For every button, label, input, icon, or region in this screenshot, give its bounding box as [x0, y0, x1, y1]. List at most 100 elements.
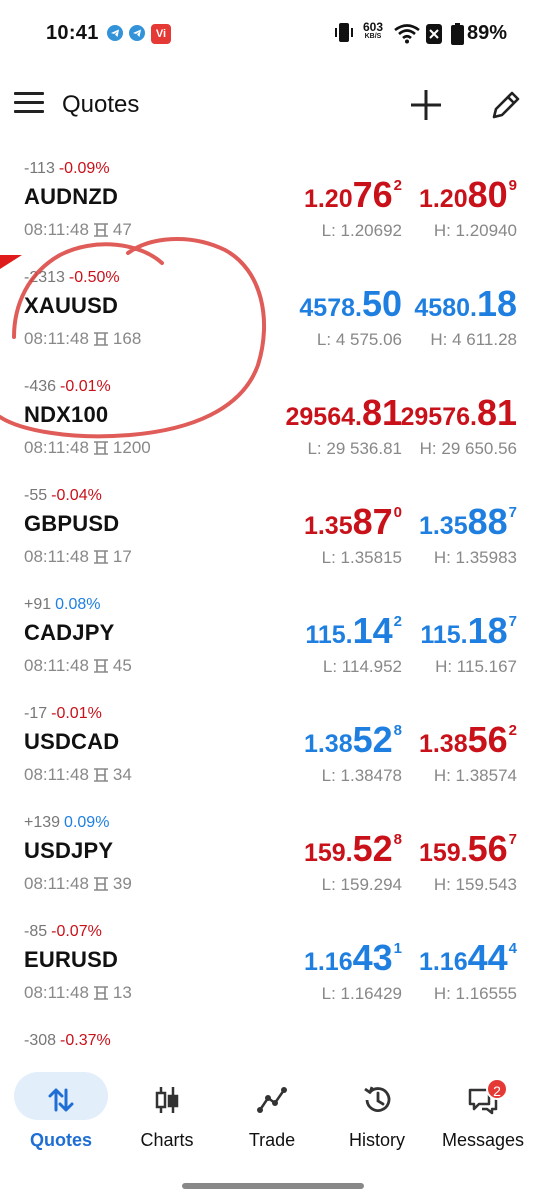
quotes-arrows-icon — [48, 1088, 74, 1112]
quote-time: 08:11:48 — [24, 220, 89, 239]
nav-history-label: History — [348, 1130, 405, 1150]
ask-price[interactable]: 1.20809 — [419, 174, 517, 216]
quote-change: -55 -0.04% — [24, 487, 102, 505]
change-percent: -0.50% — [68, 269, 120, 286]
bottom-navigation: Quotes Charts Trade History 2 Messages — [0, 1062, 545, 1162]
quote-meta: 08:11:48 34 — [24, 765, 132, 785]
ask-price[interactable]: 4580.18 — [414, 283, 517, 325]
app-bar: Quotes — [0, 70, 545, 140]
price-big-digits: 88 — [467, 501, 508, 542]
price-prefix: 1.35 — [418, 512, 468, 540]
quote-change: +91 0.08% — [24, 596, 101, 614]
change-points: +139 — [24, 814, 61, 831]
daily-high: H: 1.16555 — [433, 984, 517, 1003]
battery-percent: 89% — [467, 22, 508, 44]
quote-meta: 08:11:48 17 — [24, 547, 132, 567]
bid-price[interactable]: 115.142 — [305, 610, 402, 652]
price-pip-digit: 8 — [393, 831, 402, 848]
symbol-name: NDX100 — [24, 402, 109, 427]
price-big-digits: 18 — [467, 610, 508, 651]
bid-price[interactable]: 1.16431 — [304, 937, 402, 979]
quote-row[interactable]: -308 -0.37% — [0, 1022, 545, 1045]
daily-low: L: 114.952 — [322, 657, 402, 676]
quote-meta: 08:11:48 45 — [24, 656, 132, 676]
nav-trade[interactable]: Trade — [222, 1072, 322, 1156]
daily-high: H: 1.38574 — [433, 766, 517, 785]
nav-history[interactable]: History — [327, 1072, 427, 1156]
quote-row[interactable]: +91 0.08% CADJPY 08:11:48 45 115.142 115.187 L:… — [0, 586, 545, 695]
daily-low: L: 29 536.81 — [307, 439, 402, 458]
ask-price[interactable]: 1.38562 — [419, 719, 517, 761]
quote-row[interactable]: -113 -0.09% AUDNZD 08:11:48 47 1.20762 1.20809… — [0, 150, 545, 259]
change-points: +91 — [24, 596, 52, 613]
spread-icon — [93, 223, 108, 237]
ask-price[interactable]: 1.16444 — [419, 937, 517, 979]
change-percent: -0.01% — [60, 378, 111, 395]
spread-icon — [93, 659, 108, 673]
ask-price[interactable]: 159.567 — [419, 828, 517, 870]
ask-price[interactable]: 115.187 — [420, 610, 517, 652]
nav-messages[interactable]: 2 Messages — [433, 1072, 533, 1156]
price-big-digits: 14 — [352, 610, 393, 651]
bid-price[interactable]: 1.35870 — [304, 501, 402, 543]
home-indicator[interactable] — [182, 1183, 364, 1189]
price-pip-digit: 2 — [508, 722, 517, 739]
telegram-icon — [129, 25, 145, 41]
add-symbol-icon[interactable] — [408, 87, 444, 123]
quote-row[interactable]: -85 -0.07% EURUSD 08:11:48 13 1.16431 1.16444 L… — [0, 913, 545, 1022]
nav-quotes-label: Quotes — [29, 1130, 92, 1150]
bid-price[interactable]: 4578.50 — [299, 283, 402, 325]
daily-low: L: 1.38478 — [321, 766, 402, 785]
quote-meta: 08:11:48 47 — [24, 220, 132, 240]
ask-price[interactable]: 1.35887 — [419, 501, 517, 543]
price-prefix: 1.35 — [303, 512, 353, 540]
quote-row[interactable]: -2313 -0.50% XAUUSD 08:11:48 168 4578.50 4580.… — [0, 259, 545, 368]
change-points: -17 — [24, 705, 48, 722]
quote-row[interactable]: -17 -0.01% USDCAD 08:11:48 34 1.38528 1.38562 L… — [0, 695, 545, 804]
nav-messages-label: Messages — [441, 1130, 525, 1150]
quote-time: 08:11:48 — [24, 329, 89, 348]
nav-trade-label: Trade — [248, 1130, 296, 1150]
price-big-digits: 80 — [467, 174, 508, 215]
change-percent: -0.01% — [51, 705, 102, 722]
spread-icon — [93, 332, 108, 346]
price-big-digits: 52 — [352, 719, 393, 760]
price-big-digits: 81 — [476, 392, 517, 433]
price-pip-digit: 7 — [508, 504, 517, 521]
quote-row[interactable]: -55 -0.04% GBPUSD 08:11:48 17 1.35870 1.35887 L… — [0, 477, 545, 586]
daily-high: H: 1.20940 — [433, 221, 517, 240]
network-speed: 603 KB/S — [358, 21, 388, 42]
daily-low: L: 1.20692 — [321, 221, 402, 240]
price-big-digits: 56 — [467, 828, 508, 869]
quote-time: 08:11:48 — [24, 874, 89, 893]
nav-charts[interactable]: Charts — [117, 1072, 217, 1156]
price-big-digits: 76 — [352, 174, 393, 215]
quote-change: -2313 -0.50% — [24, 269, 120, 287]
quote-change: +139 0.09% — [24, 814, 109, 832]
quotes-list[interactable]: -113 -0.09% AUDNZD 08:11:48 47 1.20762 1.20809… — [0, 150, 545, 1045]
bid-price[interactable]: 1.20762 — [304, 174, 402, 216]
change-points: -113 — [24, 160, 55, 177]
price-prefix: 115. — [305, 621, 353, 649]
symbol-name: CADJPY — [24, 620, 115, 645]
quote-row[interactable]: +139 0.09% USDJPY 08:11:48 39 159.528 159.567 L… — [0, 804, 545, 913]
bid-price[interactable]: 29564.81 — [285, 392, 402, 434]
nav-quotes[interactable]: Quotes — [14, 1072, 114, 1156]
status-time: 10:41 — [46, 22, 99, 44]
bid-price[interactable]: 1.38528 — [304, 719, 402, 761]
change-points: -436 — [24, 378, 57, 395]
quote-row[interactable]: -436 -0.01% NDX100 08:11:48 1200 29564.81 2957… — [0, 368, 545, 477]
red-flag-marker — [0, 255, 22, 269]
price-prefix: 159. — [418, 839, 468, 867]
price-big-digits: 50 — [361, 283, 402, 324]
status-bar: 10:41 Vi 603 KB/S 89% — [0, 0, 545, 70]
edit-pencil-icon[interactable] — [488, 87, 524, 123]
daily-low: L: 4 575.06 — [316, 330, 402, 349]
price-prefix: 1.38 — [303, 730, 353, 758]
daily-high: H: 115.167 — [435, 657, 517, 676]
price-prefix: 1.38 — [418, 730, 468, 758]
ask-price[interactable]: 29576.81 — [400, 392, 517, 434]
hamburger-menu-icon[interactable] — [14, 92, 46, 118]
bid-price[interactable]: 159.528 — [304, 828, 402, 870]
spread-value: 13 — [112, 983, 132, 1002]
